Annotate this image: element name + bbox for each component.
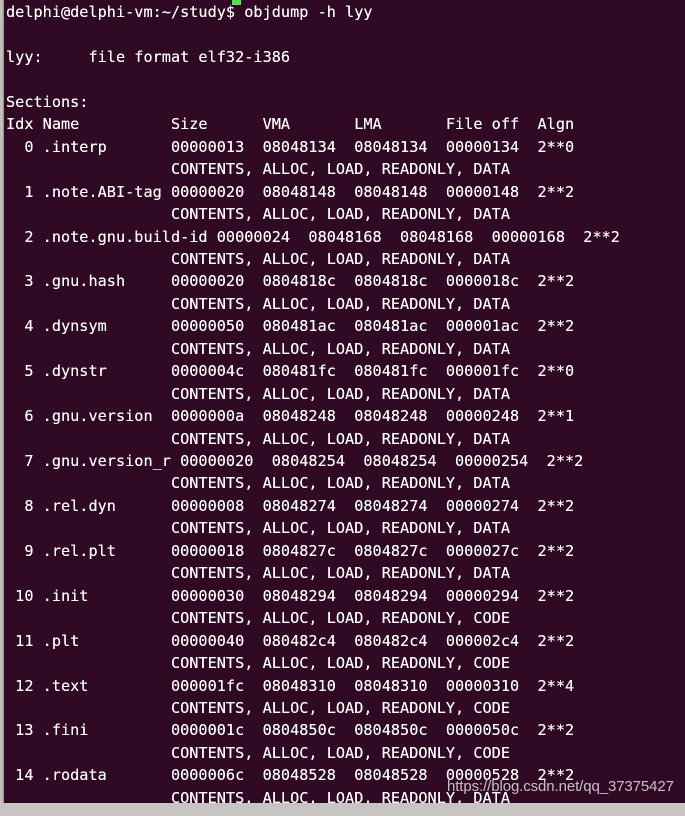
- terminal-line: 8 .rel.dyn 00000008 08048274 08048274 00…: [6, 496, 575, 515]
- terminal-line: lyy: file format elf32-i386: [6, 47, 291, 66]
- terminal-line: Sections:: [6, 92, 89, 111]
- terminal-window: delphi@delphi-vm:~/study$ objdump -h lyy…: [0, 0, 685, 816]
- terminal-line: 2 .note.gnu.build-id 00000024 08048168 0…: [6, 227, 620, 246]
- terminal-line: CONTENTS, ALLOC, LOAD, READONLY, DATA: [6, 519, 510, 538]
- terminal-line: CONTENTS, ALLOC, LOAD, READONLY, CODE: [6, 654, 510, 673]
- terminal-line: 13 .fini 0000001c 0804850c 0804850c 0000…: [6, 721, 575, 740]
- terminal-line: 0 .interp 00000013 08048134 08048134 000…: [6, 137, 575, 156]
- terminal-line: CONTENTS, ALLOC, LOAD, READONLY, DATA: [6, 384, 510, 403]
- terminal-line: 1 .note.ABI-tag 00000020 08048148 080481…: [6, 182, 575, 201]
- terminal-line: delphi@delphi-vm:~/study$ objdump -h lyy: [6, 3, 373, 21]
- terminal-line: CONTENTS, ALLOC, LOAD, READONLY, DATA: [6, 294, 510, 313]
- terminal-line: 5 .dynstr 0000004c 080481fc 080481fc 000…: [6, 362, 575, 381]
- window-bottom-border: [0, 803, 685, 816]
- terminal-line: 12 .text 000001fc 08048310 08048310 0000…: [6, 676, 575, 695]
- terminal-line: CONTENTS, ALLOC, LOAD, READONLY, DATA: [6, 429, 510, 448]
- terminal-line: 6 .gnu.version 0000000a 08048248 0804824…: [6, 407, 575, 426]
- terminal-line: 10 .init 00000030 08048294 08048294 0000…: [6, 586, 575, 605]
- terminal-line: 7 .gnu.version_r 00000020 08048254 08048…: [6, 452, 584, 470]
- terminal-line: 11 .plt 00000040 080482c4 080482c4 00000…: [6, 631, 575, 650]
- watermark-text: https://blog.csdn.net/qq_37375427: [447, 778, 674, 795]
- terminal-line: CONTENTS, ALLOC, LOAD, READONLY, DATA: [6, 564, 510, 583]
- terminal-line: CONTENTS, ALLOC, LOAD, READONLY, DATA: [6, 249, 510, 268]
- terminal-line: CONTENTS, ALLOC, LOAD, READONLY, CODE: [6, 609, 510, 628]
- terminal-line: CONTENTS, ALLOC, LOAD, READONLY, DATA: [6, 160, 510, 179]
- terminal-line: CONTENTS, ALLOC, LOAD, READONLY, DATA: [6, 205, 510, 224]
- terminal-line: 9 .rel.plt 00000018 0804827c 0804827c 00…: [6, 541, 575, 560]
- terminal-output-area[interactable]: delphi@delphi-vm:~/study$ objdump -h lyy…: [4, 0, 685, 803]
- terminal-line: CONTENTS, ALLOC, LOAD, READONLY, DATA: [6, 788, 510, 803]
- terminal-line: CONTENTS, ALLOC, LOAD, READONLY, CODE: [6, 743, 510, 762]
- terminal-line: 3 .gnu.hash 00000020 0804818c 0804818c 0…: [6, 272, 575, 291]
- terminal-line: CONTENTS, ALLOC, LOAD, READONLY, DATA: [6, 474, 510, 493]
- terminal-line: CONTENTS, ALLOC, LOAD, READONLY, DATA: [6, 339, 510, 358]
- window-left-border: [0, 0, 4, 816]
- window-edge-artifact: [232, 0, 241, 5]
- terminal-line: Idx Name Size VMA LMA File off Algn: [6, 115, 575, 134]
- terminal-line: 4 .dynsym 00000050 080481ac 080481ac 000…: [6, 317, 575, 336]
- terminal-line: CONTENTS, ALLOC, LOAD, READONLY, CODE: [6, 698, 510, 717]
